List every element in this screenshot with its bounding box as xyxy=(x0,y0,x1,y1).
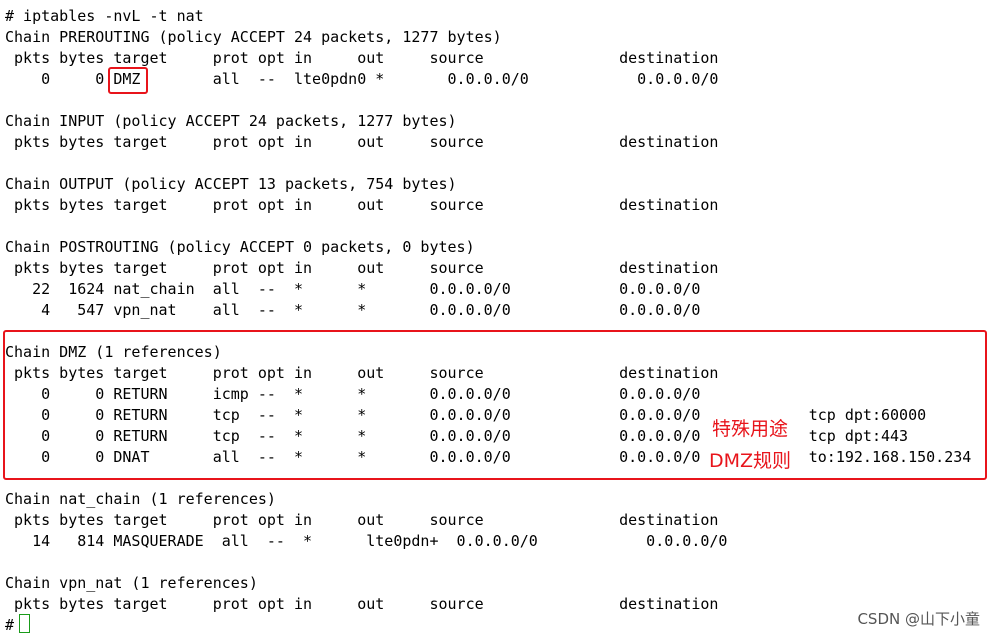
watermark: CSDN @山下小童 xyxy=(857,610,980,628)
column-header: pkts bytes target prot opt in out source… xyxy=(5,259,719,277)
chain-header: Chain INPUT (policy ACCEPT 24 packets, 1… xyxy=(5,112,457,130)
annotation-special-use: 特殊用途 xyxy=(712,418,789,440)
terminal-cursor xyxy=(19,614,30,633)
annotation-dmz-rule: DMZ规则 xyxy=(709,450,792,472)
column-header: pkts bytes target prot opt in out source… xyxy=(5,196,719,214)
chain-header: Chain nat_chain (1 references) xyxy=(5,490,276,508)
chain-header: Chain POSTROUTING (policy ACCEPT 0 packe… xyxy=(5,238,475,256)
column-header: pkts bytes target prot opt in out source… xyxy=(5,595,719,613)
column-header: pkts bytes target prot opt in out source… xyxy=(5,511,719,529)
rule-row: 14 814 MASQUERADE all -- * lte0pdn+ 0.0.… xyxy=(5,532,728,550)
chain-header: Chain OUTPUT (policy ACCEPT 13 packets, … xyxy=(5,175,457,193)
chain-header: Chain vpn_nat (1 references) xyxy=(5,574,258,592)
rule-row: 22 1624 nat_chain all -- * * 0.0.0.0/0 0… xyxy=(5,280,701,298)
command-line: # iptables -nvL -t nat xyxy=(5,7,204,25)
column-header: pkts bytes target prot opt in out source… xyxy=(5,133,719,151)
chain-header: Chain PREROUTING (policy ACCEPT 24 packe… xyxy=(5,28,502,46)
dmz-chain-highlight xyxy=(3,330,987,480)
column-header: pkts bytes target prot opt in out source… xyxy=(5,49,719,67)
dmz-target-highlight xyxy=(108,67,148,94)
prompt: # xyxy=(5,616,15,634)
rule-row: 4 547 vpn_nat all -- * * 0.0.0.0/0 0.0.0… xyxy=(5,301,701,319)
terminal-window[interactable]: # iptables -nvL -t nat Chain PREROUTING … xyxy=(0,0,996,638)
